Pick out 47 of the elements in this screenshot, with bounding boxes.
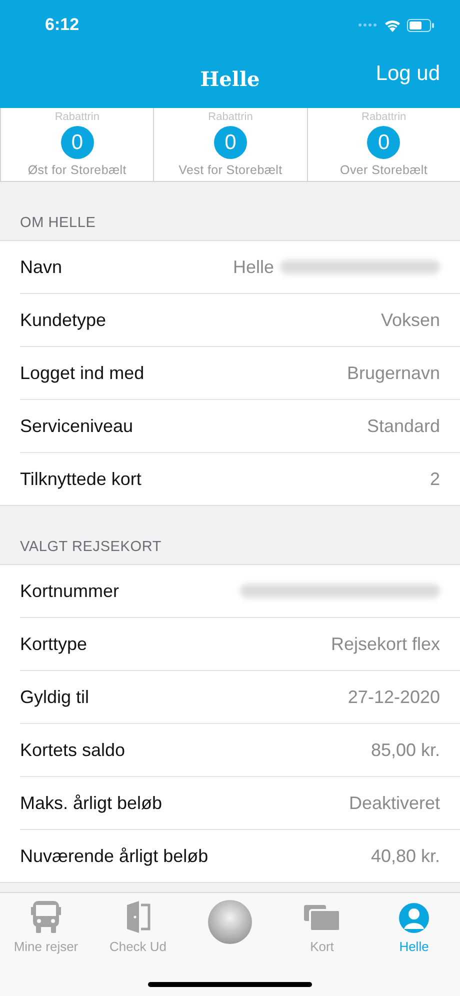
row-value: Voksen — [380, 310, 440, 330]
row-label: Navn — [20, 256, 62, 278]
log-out-button[interactable]: Log ud — [376, 62, 440, 86]
discount-label: Rabattrin — [208, 111, 253, 123]
row-value: Helle — [232, 256, 274, 278]
signal-icon — [358, 23, 378, 27]
row-label: Kundetype — [20, 310, 106, 330]
row-value: 2 — [430, 468, 440, 490]
row-label: Kortnummer — [20, 580, 120, 602]
section-header: OM HELLE — [19, 214, 97, 233]
row-label: Gyldig til — [20, 686, 90, 708]
discount-label: Rabattrin — [54, 111, 100, 123]
discount-badge: 0 — [214, 126, 247, 159]
section-header: VALGT REJSEKORT — [19, 538, 162, 557]
zone-label: Øst for Storebælt — [28, 163, 126, 177]
clock: 6:12 — [45, 15, 80, 35]
tab-item[interactable]: Kort — [276, 900, 368, 954]
discount-badge: 0 — [367, 126, 400, 159]
tab-item[interactable]: Helle — [368, 900, 460, 954]
zone-label: Vest for Storebælt — [178, 163, 282, 177]
row-value: 27-12-2020 — [348, 686, 440, 708]
row-value: Deaktiveret — [348, 792, 440, 814]
row-label: Serviceniveau — [20, 416, 134, 436]
battery-icon — [407, 18, 434, 32]
tab-item[interactable]: Mine rejser — [0, 900, 92, 954]
row-value: 85,00 kr. — [370, 740, 440, 760]
bus-icon — [31, 901, 61, 933]
zone-label: Over Storebælt — [340, 163, 428, 177]
row-value: Rejsekort flex — [330, 634, 440, 654]
row-value: 40,80 kr. — [370, 846, 440, 866]
row-value: Standard — [366, 416, 440, 436]
row-value: Brugernavn — [346, 362, 440, 384]
door-icon — [125, 901, 151, 933]
row-label: Nuværende årligt beløb — [20, 846, 208, 866]
discount-badge: 0 — [60, 126, 94, 159]
tab-item[interactable]: Check Ud — [92, 900, 184, 954]
row-label: Maks. årligt beløb — [20, 792, 162, 814]
orb-icon — [208, 900, 252, 944]
row-label: Logget ind med — [20, 362, 144, 384]
cards-icon — [304, 905, 340, 933]
row-label: Kortets saldo — [20, 740, 126, 760]
screen-title: Helle — [200, 67, 260, 91]
discount-label: Rabattrin — [362, 111, 406, 123]
row-label: Korttype — [20, 634, 88, 654]
person-icon — [399, 903, 429, 933]
wifi-icon — [384, 18, 401, 32]
row-label: Tilknyttede kort — [20, 468, 142, 490]
